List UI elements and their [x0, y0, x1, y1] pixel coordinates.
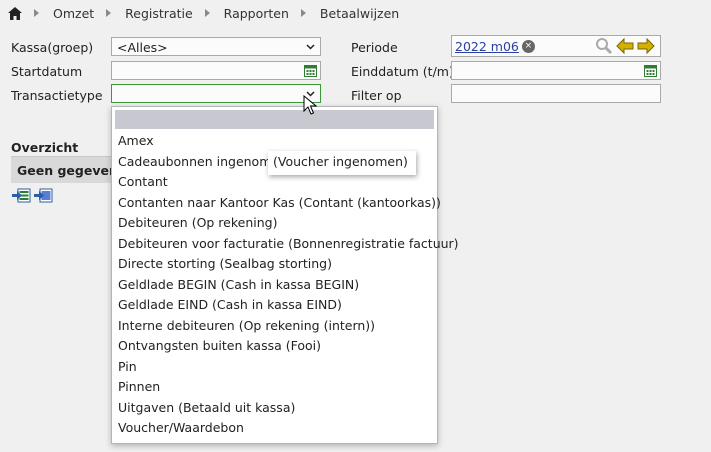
einddatum-field[interactable]: [451, 61, 661, 80]
overview-title: Overzicht: [11, 140, 79, 155]
filter-input[interactable]: [451, 84, 661, 103]
dropdown-empty-option[interactable]: [115, 110, 434, 129]
periode-label: Periode: [351, 40, 398, 55]
export-pdf-icon[interactable]: [34, 188, 54, 203]
tooltip-text: (Voucher ingenomen): [273, 154, 408, 169]
breadcrumb-separator-icon: [106, 9, 112, 17]
option-tooltip: (Voucher ingenomen): [268, 151, 416, 175]
calendar-icon[interactable]: [644, 64, 657, 77]
transactietype-label: Transactietype: [11, 88, 103, 103]
arrow-left-icon[interactable]: [616, 37, 634, 55]
dropdown-option[interactable]: Geldlade EIND (Cash in kassa EIND): [112, 295, 437, 316]
dropdown-option[interactable]: Debiteuren voor facturatie (Bonnenregist…: [112, 234, 459, 255]
kassa-label: Kassa(groep): [11, 40, 94, 55]
breadcrumb-item-betaalwijzen: Betaalwijzen: [319, 5, 400, 21]
dropdown-option[interactable]: Voucher/Waardebon: [112, 418, 437, 439]
export-excel-icon[interactable]: [12, 188, 32, 203]
dropdown-option[interactable]: Uitgaven (Betaald uit kassa): [112, 398, 437, 419]
search-icon[interactable]: [595, 37, 613, 55]
dropdown-option[interactable]: Amex: [112, 131, 437, 152]
dropdown-option[interactable]: Pin: [112, 357, 437, 378]
overview-empty-text: Geen gegeven: [17, 163, 118, 178]
dropdown-option[interactable]: Contant: [112, 172, 437, 193]
periode-tag-label[interactable]: 2022 m06: [455, 39, 519, 54]
breadcrumb: Omzet Registratie Rapporten Betaalwijzen: [8, 5, 399, 21]
kassa-select-value: <Alles>: [117, 40, 168, 55]
filter-label: Filter op: [351, 88, 402, 103]
dropdown-option[interactable]: Pinnen: [112, 377, 437, 398]
arrow-right-icon[interactable]: [637, 37, 655, 55]
breadcrumb-separator-icon: [34, 9, 39, 17]
kassa-select[interactable]: <Alles>: [111, 37, 321, 56]
dropdown-option[interactable]: Debiteuren (Op rekening): [112, 213, 437, 234]
home-icon[interactable]: [8, 6, 22, 20]
dropdown-option[interactable]: Ontvangsten buiten kassa (Fooi): [112, 336, 437, 357]
dropdown-option[interactable]: Interne debiteuren (Op rekening (intern)…: [112, 316, 437, 337]
mouse-cursor-icon: [303, 95, 317, 115]
breadcrumb-item-omzet[interactable]: Omzet: [53, 6, 94, 21]
breadcrumb-item-rapporten[interactable]: Rapporten: [224, 6, 289, 21]
chevron-down-icon: [306, 44, 315, 50]
periode-tag[interactable]: 2022 m06 ×: [455, 39, 535, 54]
calendar-icon[interactable]: [304, 64, 317, 77]
dropdown-option[interactable]: Contanten naar Kantoor Kas (Contant (kan…: [112, 193, 441, 214]
dropdown-option[interactable]: Geldlade BEGIN (Cash in kassa BEGIN): [112, 275, 437, 296]
breadcrumb-separator-icon: [300, 9, 306, 17]
breadcrumb-item-registratie[interactable]: Registratie: [125, 6, 193, 21]
startdatum-field[interactable]: [111, 61, 321, 80]
periode-field[interactable]: 2022 m06 ×: [451, 35, 661, 57]
dropdown-options: Amex Cadeaubonnen ingenomen Contant Cont…: [112, 131, 459, 439]
remove-tag-icon[interactable]: ×: [521, 40, 535, 53]
einddatum-label: Einddatum (t/m): [351, 64, 454, 79]
dropdown-option[interactable]: Directe storting (Sealbag storting): [112, 254, 437, 275]
startdatum-label: Startdatum: [11, 64, 83, 79]
breadcrumb-separator-icon: [204, 9, 210, 17]
periode-tools: [595, 37, 655, 55]
transactietype-select[interactable]: [111, 84, 321, 103]
